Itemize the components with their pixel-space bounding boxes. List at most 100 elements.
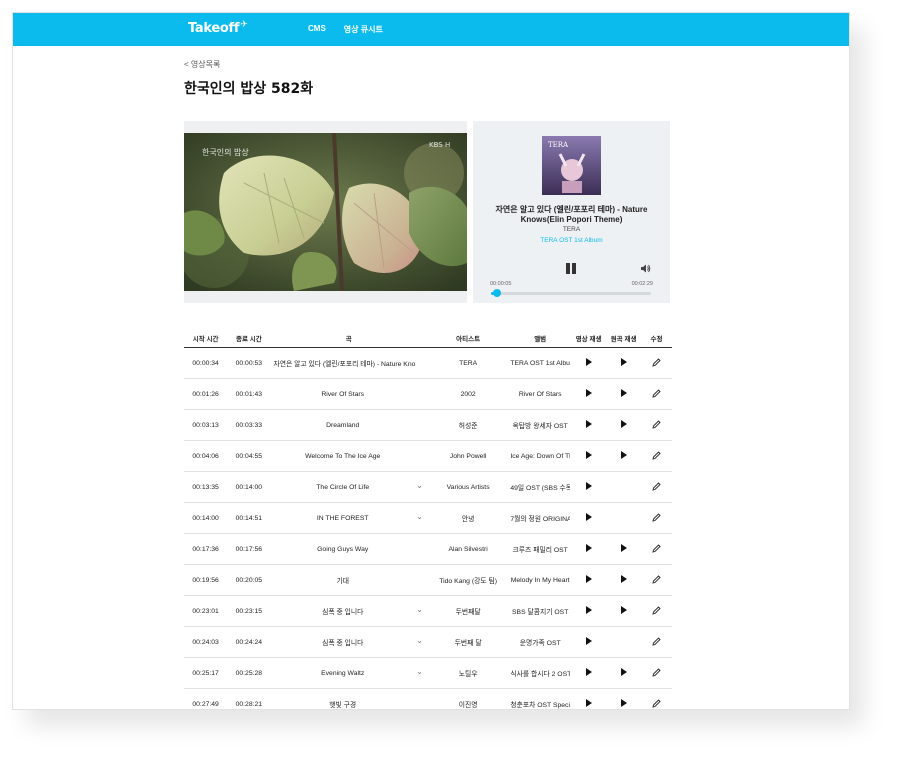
cell-song[interactable]: River Of Stars xyxy=(270,378,427,410)
nav-item-video-cuesheet[interactable]: 영상 큐시트 xyxy=(344,24,383,35)
song-title: 자연은 알고 있다 (엘린/포포리 테마) - Nature Kno xyxy=(273,361,416,368)
table-row[interactable]: 00:27:49 00:28:21 햇빛 구경 이진영 청춘포차 OST Specia xyxy=(184,688,672,709)
pencil-icon[interactable] xyxy=(652,574,661,584)
play-icon[interactable] xyxy=(620,358,627,366)
pencil-icon[interactable] xyxy=(652,512,661,522)
cell-song[interactable]: The Circle Of Life ⌄ xyxy=(270,471,427,503)
cell-song[interactable]: Going Guys Way xyxy=(270,533,427,565)
nav-item-cms[interactable]: CMS xyxy=(308,24,326,35)
table-row[interactable]: 00:00:34 00:00:53 자연은 알고 있다 (엘린/포포리 테마) - … xyxy=(184,347,672,379)
cell-end-time: 00:14:00 xyxy=(227,471,271,503)
cell-edit xyxy=(641,378,672,410)
play-icon[interactable] xyxy=(620,606,627,614)
col-header-artist[interactable]: 아티스트 xyxy=(426,328,510,348)
play-icon[interactable] xyxy=(585,513,592,521)
table-row[interactable]: 00:23:01 00:23:15 심폭 중 입니다 ⌄ 두번째달 SBS 달콤지기 OS… xyxy=(184,595,672,627)
table-row[interactable]: 00:03:13 00:03:33 Dreamland 허성준 옥탑방 왕세자 OST xyxy=(184,409,672,441)
cell-video-play xyxy=(571,657,607,689)
pause-icon[interactable] xyxy=(566,263,577,275)
chevron-down-icon[interactable]: ⌄ xyxy=(416,636,423,645)
table-row[interactable]: 00:13:35 00:14:00 The Circle Of Life ⌄ Vario… xyxy=(184,471,672,503)
album-name: River Of Stars xyxy=(518,390,562,398)
pencil-icon[interactable] xyxy=(652,419,661,429)
play-icon[interactable] xyxy=(620,575,627,583)
col-header-song[interactable]: 곡 xyxy=(270,328,427,348)
cell-video-play xyxy=(571,378,607,410)
chevron-down-icon[interactable]: ⌄ xyxy=(416,667,423,676)
artist-name: TERA xyxy=(459,359,478,367)
table-row[interactable]: 00:24:03 00:24:24 심폭 중 입니다 ⌄ 두번째 달 운명가족 OST xyxy=(184,626,672,658)
play-icon[interactable] xyxy=(585,358,592,366)
play-icon[interactable] xyxy=(585,420,592,428)
pencil-icon[interactable] xyxy=(652,605,661,615)
cell-edit xyxy=(641,409,672,441)
pencil-icon[interactable] xyxy=(652,357,661,367)
pencil-icon[interactable] xyxy=(652,481,661,491)
table-row[interactable]: 00:14:00 00:14:51 IN THE FOREST ⌄ 안녕 7월의 정원 O… xyxy=(184,502,672,534)
album-name: 운명가족 OST xyxy=(519,640,561,647)
table-row[interactable]: 00:04:06 00:04:55 Welcome To The Ice Age Jo… xyxy=(184,440,672,472)
play-icon[interactable] xyxy=(585,575,592,583)
play-icon[interactable] xyxy=(585,699,592,707)
play-icon[interactable] xyxy=(620,389,627,397)
cell-artist: John Powell xyxy=(426,440,510,472)
play-icon[interactable] xyxy=(585,637,592,645)
table-row[interactable]: 00:17:36 00:17:56 Going Guys Way Alan Silve… xyxy=(184,533,672,565)
chevron-down-icon[interactable]: ⌄ xyxy=(416,481,423,490)
cell-song[interactable]: Dreamland xyxy=(270,409,427,441)
play-icon[interactable] xyxy=(620,451,627,459)
chevron-down-icon[interactable]: ⌄ xyxy=(416,605,423,614)
volume-icon[interactable] xyxy=(640,263,651,274)
play-icon[interactable] xyxy=(585,606,592,614)
browser-window: Takeoff✈ CMS 영상 큐시트 < 영상목록 한국인의 밥상 582화 xyxy=(12,12,850,710)
pencil-icon[interactable] xyxy=(652,388,661,398)
progress-slider[interactable] xyxy=(491,289,651,297)
video-player[interactable]: 한국인의 밥상 KBS H xyxy=(184,121,467,303)
cell-original-play xyxy=(606,347,642,379)
progress-handle[interactable] xyxy=(493,289,502,297)
cell-song[interactable]: Welcome To The Ice Age xyxy=(270,440,427,472)
col-header-end[interactable]: 종료 시간 xyxy=(227,328,271,348)
cell-edit xyxy=(641,502,672,534)
col-header-start[interactable]: 시작 시간 xyxy=(184,328,228,348)
program-logo-watermark: 한국인의 밥상 xyxy=(202,147,249,157)
play-icon[interactable] xyxy=(585,389,592,397)
pencil-icon[interactable] xyxy=(652,543,661,553)
play-icon[interactable] xyxy=(620,544,627,552)
now-playing-album[interactable]: TERA OST 1st Album xyxy=(473,237,670,244)
cell-song[interactable]: 심폭 중 입니다 ⌄ xyxy=(270,626,427,658)
album-name: 옥탑방 왕세자 OST xyxy=(512,423,568,430)
play-icon[interactable] xyxy=(620,420,627,428)
cell-album: 49일 OST (SBS 수목 xyxy=(509,471,572,503)
cell-song[interactable]: 기대 xyxy=(270,564,427,596)
play-icon[interactable] xyxy=(620,699,627,707)
pencil-icon[interactable] xyxy=(652,667,661,677)
play-icon[interactable] xyxy=(585,544,592,552)
pencil-icon[interactable] xyxy=(652,450,661,460)
cell-original-play xyxy=(606,688,642,709)
pencil-icon[interactable] xyxy=(652,636,661,646)
col-header-album[interactable]: 앨범 xyxy=(509,328,572,348)
cell-video-play xyxy=(571,347,607,379)
table-row[interactable]: 00:19:56 00:20:05 기대 Tido Kang (강도 팀) Melody… xyxy=(184,564,672,596)
cell-song[interactable]: IN THE FOREST ⌄ xyxy=(270,502,427,534)
pencil-icon[interactable] xyxy=(652,698,661,708)
chevron-down-icon[interactable]: ⌄ xyxy=(416,512,423,521)
album-name: Ice Age: Down Of The xyxy=(510,452,571,460)
cell-album: 크루즈 패밀리 OST xyxy=(509,533,572,565)
play-icon[interactable] xyxy=(620,668,627,676)
cell-video-play xyxy=(571,595,607,627)
cell-song[interactable]: 햇빛 구경 xyxy=(270,688,427,709)
play-icon[interactable] xyxy=(585,668,592,676)
app-logo[interactable]: Takeoff✈ xyxy=(188,20,248,36)
cell-song[interactable]: 자연은 알고 있다 (엘린/포포리 테마) - Nature Kno xyxy=(270,347,427,379)
table-row[interactable]: 00:01:26 00:01:43 River Of Stars 2002 River … xyxy=(184,378,672,410)
table-row[interactable]: 00:25:17 00:25:28 Evening Waltz ⌄ 노틸우 식사를 합시다… xyxy=(184,657,672,689)
play-icon[interactable] xyxy=(585,451,592,459)
cell-end-time: 00:00:53 xyxy=(227,347,271,379)
back-to-video-list-link[interactable]: < 영상목록 xyxy=(184,59,220,70)
cell-edit xyxy=(641,533,672,565)
cell-song[interactable]: Evening Waltz ⌄ xyxy=(270,657,427,689)
play-icon[interactable] xyxy=(585,482,592,490)
cell-song[interactable]: 심폭 중 입니다 ⌄ xyxy=(270,595,427,627)
